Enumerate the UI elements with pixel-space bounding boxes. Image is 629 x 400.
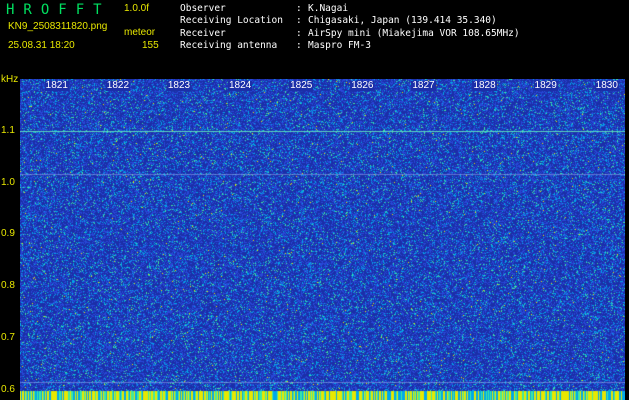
info-row-location: Receiving Location : Chigasaki, Japan (1… — [180, 15, 520, 27]
x-tick-label: 1823 — [166, 80, 192, 91]
info-value: AirSpy mini (Miakejima VOR 108.65MHz) — [308, 27, 520, 39]
app-version: 1.0.0f — [124, 3, 150, 14]
capture-datetime: 25.08.31 18:20 — [8, 40, 75, 51]
app-title: HROFFT — [6, 2, 111, 18]
y-tick-label: 0.8 — [1, 280, 15, 292]
spectrogram: 1821 1822 1823 1824 1825 1826 1827 1828 1829 1830 — [20, 79, 625, 400]
event-count: 155 — [142, 40, 159, 51]
x-tick-label: 1827 — [411, 80, 436, 91]
x-tick-label: 1830 — [594, 80, 619, 91]
x-tick-label: 1824 — [228, 80, 253, 91]
spectrogram-canvas — [20, 79, 625, 400]
y-tick-label: 1.0 — [1, 176, 15, 188]
x-tick-label: 1829 — [533, 80, 558, 91]
x-tick-label: 1821 — [44, 80, 69, 91]
x-tick-label: 1822 — [105, 80, 131, 91]
info-value: K.Nagai — [308, 3, 349, 14]
y-tick-label: 0.6 — [1, 383, 15, 395]
info-key: Receiving antenna — [180, 40, 278, 52]
info-row-observer: Observer : K.Nagai — [180, 3, 520, 15]
info-separator: : — [296, 40, 302, 52]
y-tick-label: 0.9 — [1, 228, 15, 240]
info-key: Receiving Location — [180, 15, 283, 27]
x-tick-label: 1828 — [472, 80, 497, 91]
info-value: Maspro FM-3 — [308, 40, 371, 52]
info-key: Observer — [180, 3, 226, 14]
info-row-antenna: Receiving antenna : Maspro FM-3 — [180, 40, 520, 52]
info-row-receiver: Receiver : AirSpy mini (Miakejima VOR 10… — [180, 28, 520, 40]
x-tick-label: 1825 — [289, 80, 314, 91]
info-key: Receiver — [180, 27, 226, 39]
info-value: Chigasaki, Japan (139.414 35.340) — [308, 15, 497, 27]
detection-mode: meteor — [124, 27, 156, 38]
x-tick-label: 1826 — [350, 80, 375, 91]
y-tick-label: 1.1 — [1, 124, 15, 136]
info-separator: : — [296, 15, 302, 27]
y-tick-label: 0.7 — [1, 331, 15, 343]
station-info: Observer : K.Nagai Receiving Location : … — [180, 3, 520, 53]
info-separator: : — [296, 27, 302, 39]
info-separator: : — [296, 3, 302, 14]
file-name: KN9_2508311820.png — [8, 21, 108, 32]
y-axis-unit: kHz — [1, 74, 19, 85]
